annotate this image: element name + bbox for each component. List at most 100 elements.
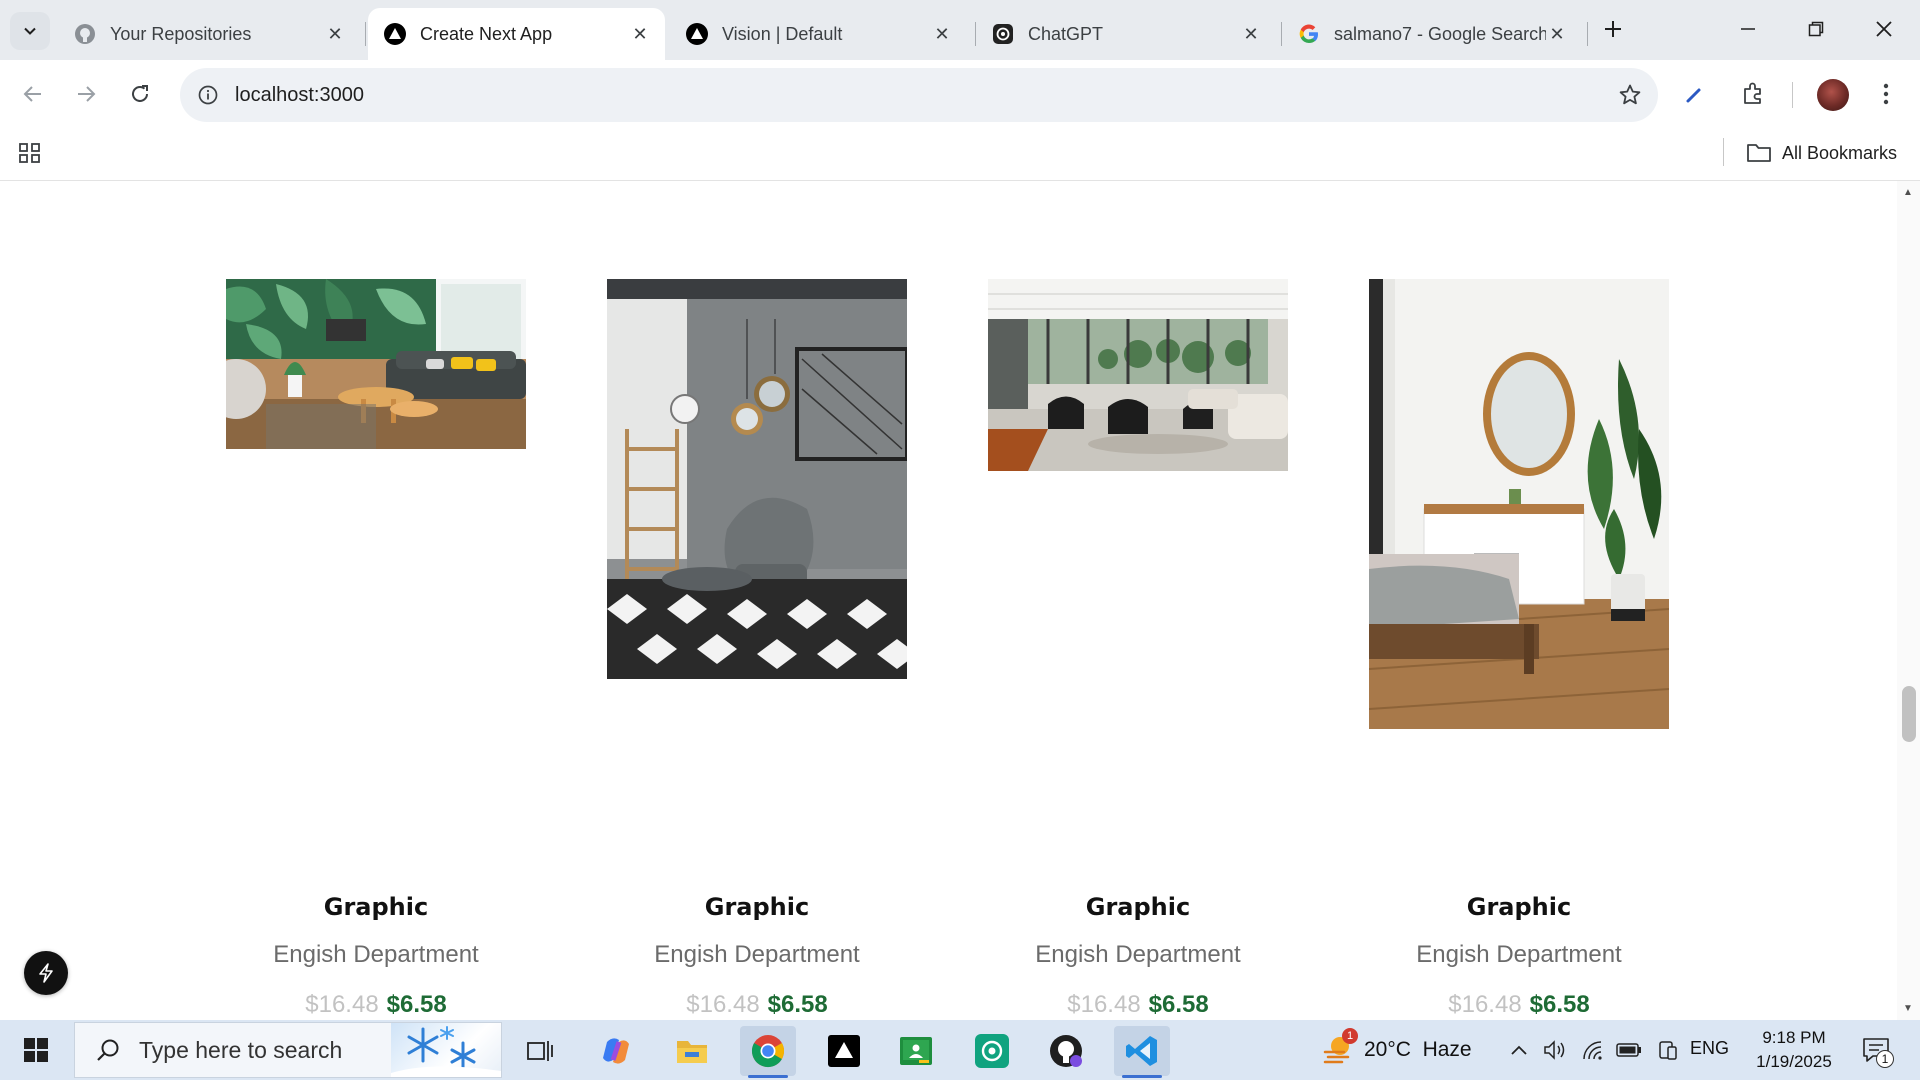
active-app-indicator [748, 1075, 788, 1078]
language-indicator[interactable]: ENG [1690, 1038, 1729, 1059]
taskbar-search-box[interactable]: Type here to search [74, 1022, 502, 1078]
url-text[interactable]: localhost:3000 [235, 84, 364, 107]
product-card[interactable]: Graphic Engish Department $16.48 $6.58 [226, 181, 526, 1020]
product-image[interactable] [226, 279, 526, 449]
page-scrollbar[interactable]: ▲ ▼ [1897, 181, 1920, 1020]
system-clock[interactable]: 9:18 PM 1/19/2025 [1744, 1026, 1844, 1074]
close-icon[interactable]: ✕ [931, 23, 953, 45]
tab-vision-default[interactable]: Vision | Default ✕ [670, 8, 967, 60]
phone-link-icon[interactable] [1652, 1034, 1682, 1066]
plus-icon [1605, 21, 1621, 37]
product-department: Engish Department [654, 941, 860, 968]
tab-google-search[interactable]: salmano7 - Google Search ✕ [1282, 8, 1582, 60]
tab-title: Your Repositories [110, 23, 252, 44]
product-card[interactable]: Graphic Engish Department $16.48 $6.58 [607, 181, 907, 1020]
profile-avatar[interactable] [1817, 79, 1849, 111]
scrollbar-thumb[interactable] [1902, 686, 1916, 742]
tab-title: Create Next App [420, 23, 553, 44]
lightning-icon [39, 963, 53, 983]
task-view-icon[interactable] [512, 1026, 568, 1076]
sale-price: $6.58 [386, 991, 447, 1018]
address-bar[interactable]: localhost:3000 [180, 68, 1658, 122]
nextjs-dev-indicator-button[interactable] [24, 951, 68, 995]
copilot-icon[interactable] [588, 1026, 644, 1076]
product-name: Graphic [1466, 893, 1572, 921]
file-explorer-icon[interactable] [664, 1026, 720, 1076]
product-name: Graphic [1085, 893, 1191, 921]
back-button[interactable] [13, 74, 53, 114]
notification-center-icon[interactable]: 1 [1858, 1034, 1894, 1068]
close-window-button[interactable] [1850, 0, 1918, 58]
sale-price: $6.58 [767, 991, 828, 1018]
snowflake-search-highlight-icon [391, 1023, 501, 1077]
sale-price: $6.58 [1529, 991, 1590, 1018]
reload-button[interactable] [120, 74, 160, 114]
tab-separator [365, 22, 366, 46]
kebab-menu-icon[interactable] [1868, 76, 1904, 112]
new-tab-button[interactable] [1598, 14, 1628, 44]
reload-icon [132, 85, 148, 102]
chevron-up-icon[interactable] [1506, 1034, 1532, 1066]
old-price: $16.48 [686, 991, 760, 1018]
vscode-icon[interactable] [1114, 1026, 1170, 1078]
close-icon[interactable]: ✕ [629, 23, 651, 45]
product-image[interactable] [988, 279, 1288, 471]
close-icon[interactable]: ✕ [1546, 23, 1568, 45]
vercel-triangle-icon [686, 23, 708, 45]
bookmarks-bar: All Bookmarks [0, 130, 1920, 181]
weather-widget[interactable]: 1 20°C Haze [1322, 1028, 1472, 1066]
close-icon[interactable]: ✕ [1240, 23, 1262, 45]
wifi-icon[interactable] [1578, 1034, 1608, 1066]
product-image[interactable] [1369, 279, 1669, 729]
product-department: Engish Department [273, 941, 479, 968]
github-desktop-icon[interactable] [1038, 1026, 1094, 1076]
product-price: $16.48 $6.58 [1369, 991, 1669, 1019]
windows-logo-icon [24, 1038, 48, 1062]
arrow-right-icon [78, 86, 96, 102]
tab-title: salmano7 - Google Search [1334, 23, 1546, 44]
pen-extension-icon[interactable] [1676, 76, 1712, 112]
start-button[interactable] [14, 1032, 58, 1068]
scroll-down-arrow-icon[interactable]: ▼ [1901, 1001, 1915, 1015]
old-price: $16.48 [305, 991, 379, 1018]
tab-your-repositories[interactable]: Your Repositories ✕ [58, 8, 360, 60]
google-classroom-icon[interactable] [888, 1026, 944, 1076]
forward-button[interactable] [66, 74, 106, 114]
tab-chatgpt[interactable]: ChatGPT ✕ [976, 8, 1276, 60]
folder-icon [1747, 144, 1771, 162]
bookmark-star-icon[interactable] [1616, 81, 1644, 109]
old-price: $16.48 [1448, 991, 1522, 1018]
notification-count-badge: 1 [1876, 1050, 1894, 1068]
speaker-icon[interactable] [1540, 1034, 1570, 1066]
vercel-app-icon[interactable] [816, 1026, 872, 1076]
info-icon[interactable] [194, 81, 222, 109]
restore-icon [1808, 21, 1824, 37]
product-card[interactable]: Graphic Engish Department $16.48 $6.58 [988, 181, 1288, 1020]
minimize-button[interactable] [1714, 0, 1782, 58]
extensions-puzzle-icon[interactable] [1735, 76, 1771, 112]
product-price: $16.48 $6.58 [226, 991, 526, 1019]
product-card[interactable]: Graphic Engish Department $16.48 $6.58 [1369, 181, 1669, 1020]
chatgpt-icon [992, 23, 1014, 45]
product-price: $16.48 $6.58 [607, 991, 907, 1019]
battery-icon[interactable] [1614, 1034, 1644, 1066]
weather-text: 20°C Haze [1364, 1038, 1472, 1061]
apps-grid-icon[interactable] [16, 139, 44, 167]
chrome-taskbar-icon[interactable] [740, 1026, 796, 1078]
search-placeholder: Type here to search [139, 1036, 343, 1063]
arrow-left-icon [23, 86, 41, 102]
product-image[interactable] [607, 279, 907, 679]
close-icon[interactable]: ✕ [324, 23, 346, 45]
restore-button[interactable] [1782, 0, 1850, 58]
tab-create-next-app[interactable]: Create Next App ✕ [368, 8, 665, 60]
all-bookmarks-button[interactable]: All Bookmarks [1746, 138, 1897, 168]
chevron-down-icon [24, 27, 36, 35]
tab-search-button[interactable] [10, 12, 50, 50]
clock-date: 1/19/2025 [1756, 1052, 1832, 1071]
chatgpt-app-icon[interactable] [964, 1026, 1020, 1076]
scroll-up-arrow-icon[interactable]: ▲ [1901, 185, 1915, 199]
weather-alert-badge: 1 [1342, 1028, 1358, 1044]
product-department: Engish Department [1416, 941, 1622, 968]
toolbar-divider [1792, 82, 1793, 108]
all-bookmarks-label: All Bookmarks [1782, 142, 1898, 163]
